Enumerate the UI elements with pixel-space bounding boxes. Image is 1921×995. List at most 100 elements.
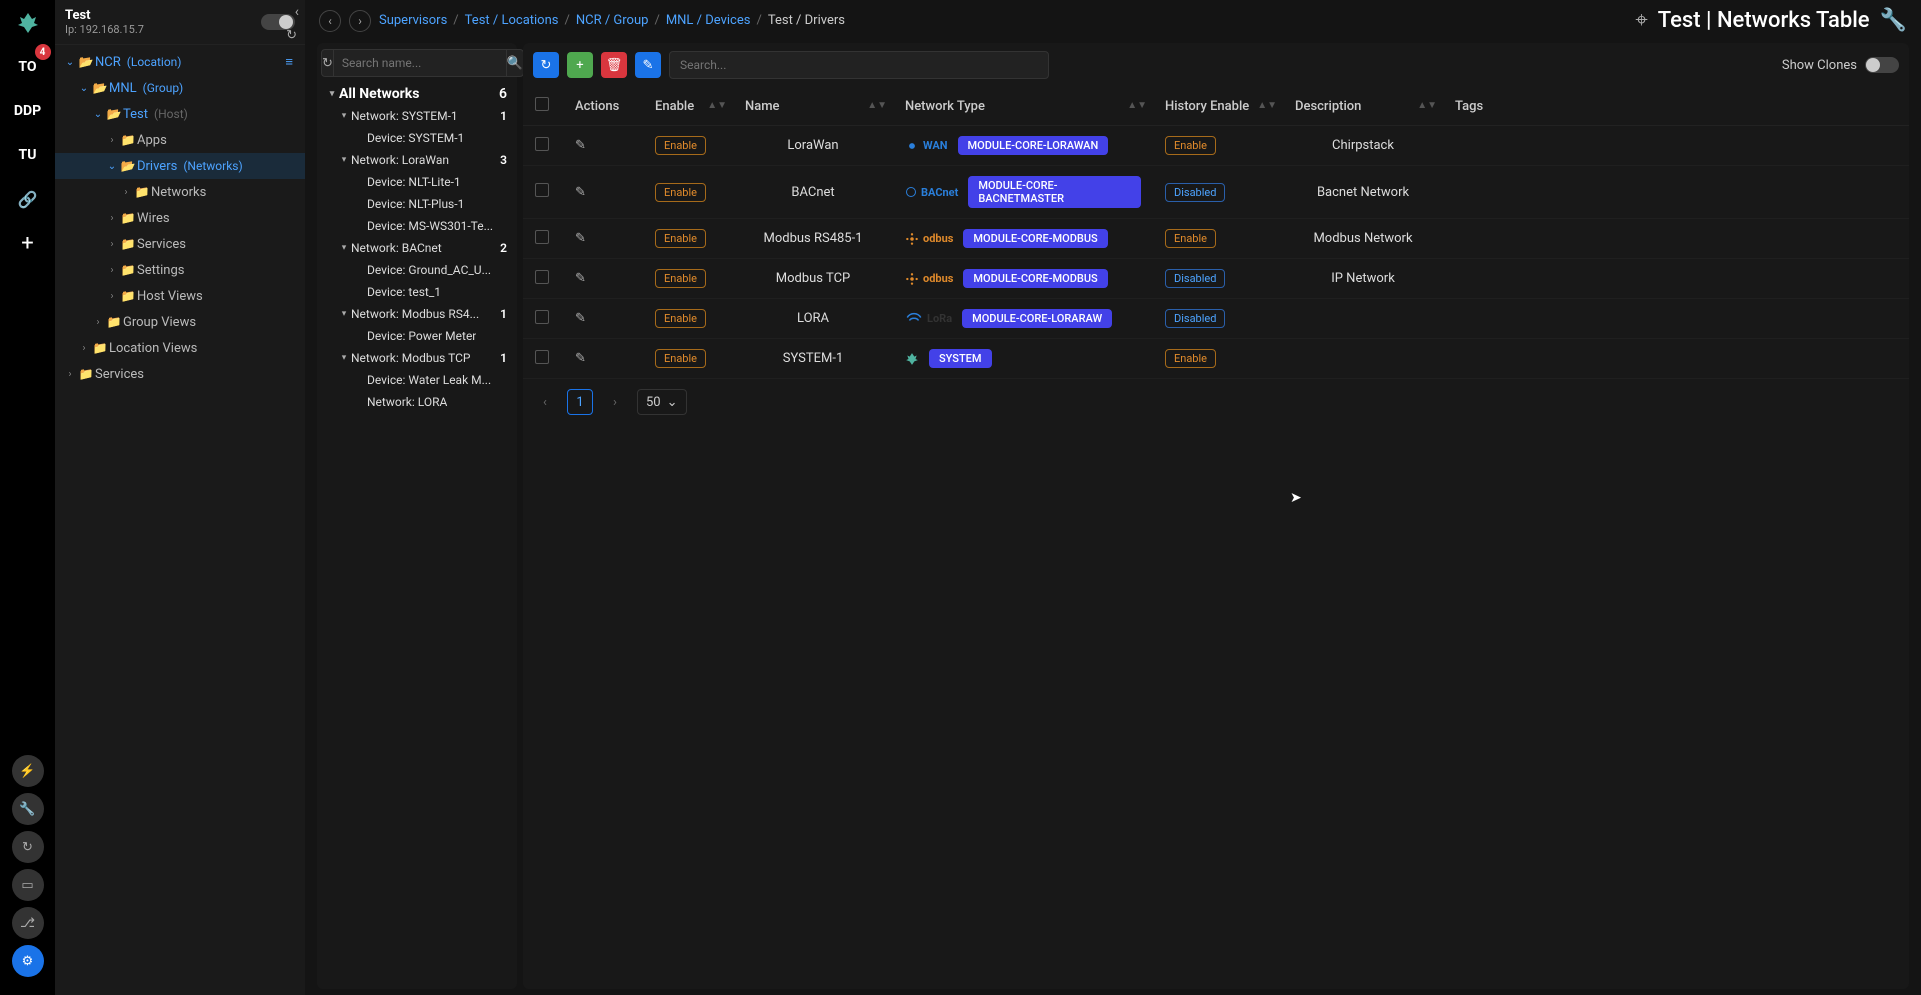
enable-chip[interactable]: Enable — [655, 269, 706, 288]
rail-btn-tu[interactable]: TU — [9, 136, 47, 174]
row-checkbox[interactable] — [535, 270, 549, 284]
sort-icon[interactable]: ▲▼ — [1127, 103, 1147, 109]
rail-doc-icon[interactable]: ▭ — [12, 869, 44, 901]
mid-search-input[interactable] — [334, 49, 506, 77]
row-checkbox[interactable] — [535, 137, 549, 151]
tree-wires[interactable]: › 📁 Wires — [55, 205, 305, 231]
mid-tree-item[interactable]: ▾Network: LoraWan3 — [321, 149, 513, 171]
history-chip[interactable]: Disabled — [1165, 269, 1225, 288]
mid-tree-item[interactable]: ▾Network: Modbus TCP1 — [321, 347, 513, 369]
tree-group-views[interactable]: › 📁 Group Views — [55, 309, 305, 335]
bulk-edit-button[interactable]: ✎ — [635, 52, 661, 78]
row-checkbox[interactable] — [535, 230, 549, 244]
mid-tree-item[interactable]: Network: LORA — [321, 391, 513, 413]
history-chip[interactable]: Disabled — [1165, 309, 1225, 328]
enable-chip[interactable]: Enable — [655, 183, 706, 202]
page-size-select[interactable]: 50 ⌄ — [637, 389, 687, 415]
mid-refresh-button[interactable]: ↻ — [321, 49, 334, 77]
breadcrumb-item[interactable]: Supervisors — [379, 13, 447, 28]
mid-tree-item[interactable]: Device: Water Leak M... — [321, 369, 513, 391]
edit-row-icon[interactable]: ✎ — [575, 138, 586, 153]
mid-tree-item[interactable]: Device: Ground_AC_U... — [321, 259, 513, 281]
networks-table: Actions Enable▲▼ Name▲▼ Network Type▲▼ H… — [523, 87, 1909, 379]
mid-tree-item[interactable]: Device: NLT-Plus-1 — [321, 193, 513, 215]
sort-icon[interactable]: ▲▼ — [707, 103, 727, 109]
tree-root-services[interactable]: › 📁 Services — [55, 361, 305, 387]
rail-btn-ddp[interactable]: DDP — [9, 92, 47, 130]
target-icon[interactable]: ⌖ — [1635, 8, 1647, 33]
enable-chip[interactable]: Enable — [655, 349, 706, 368]
add-button[interactable]: + — [567, 52, 593, 78]
row-checkbox[interactable] — [535, 350, 549, 364]
history-chip[interactable]: Enable — [1165, 349, 1216, 368]
tree-test[interactable]: ⌄ 📂 Test (Host) — [55, 101, 305, 127]
tree-services[interactable]: › 📁 Services — [55, 231, 305, 257]
mid-tree-item[interactable]: Device: test_1 — [321, 281, 513, 303]
wrench-icon[interactable]: 🔧 — [1880, 8, 1907, 33]
rail-add-button[interactable]: + — [9, 224, 47, 262]
rail-btn-to[interactable]: 4 TO — [9, 48, 47, 86]
page-prev-button[interactable]: ‹ — [533, 390, 557, 414]
tree-settings[interactable]: › 📁 Settings — [55, 257, 305, 283]
breadcrumb-item[interactable]: Test / Locations — [465, 13, 559, 28]
refresh-button[interactable]: ↻ — [533, 52, 559, 78]
tree-location-views[interactable]: › 📁 Location Views — [55, 335, 305, 361]
history-chip[interactable]: Enable — [1165, 229, 1216, 248]
sort-icon[interactable]: ▲▼ — [867, 103, 887, 109]
rail-branch-icon[interactable]: ⎇ — [12, 907, 44, 939]
nav-rail: 4 TO DDP TU 🔗 + ⚡ 🔧 ↻ ▭ ⎇ ⚙ — [0, 0, 55, 995]
history-chip[interactable]: Disabled — [1165, 183, 1225, 202]
nav-back-button[interactable]: ‹ — [319, 10, 341, 32]
tree-mnl[interactable]: ⌄ 📂 MNL (Group) — [55, 75, 305, 101]
enable-chip[interactable]: Enable — [655, 229, 706, 248]
nav-forward-button[interactable]: › — [349, 10, 371, 32]
mid-tree-item[interactable]: Device: MS-WS301-Te... — [321, 215, 513, 237]
tree-networks[interactable]: › 📁 Networks — [55, 179, 305, 205]
chevron-right-icon: › — [105, 213, 119, 224]
mid-tree-item[interactable]: Device: SYSTEM-1 — [321, 127, 513, 149]
mid-tree-item[interactable]: ▾Network: BACnet2 — [321, 237, 513, 259]
delete-button[interactable]: 🗑 — [601, 52, 627, 78]
refresh-sidebar-icon[interactable]: ↻ — [286, 28, 297, 43]
breadcrumb-item[interactable]: NCR / Group — [576, 13, 649, 28]
tree-drivers[interactable]: ⌄ 📂 Drivers (Networks) — [55, 153, 305, 179]
rail-wrench-icon[interactable]: 🔧 — [12, 793, 44, 825]
enable-chip[interactable]: Enable — [655, 309, 706, 328]
mid-tree-item[interactable]: Device: Power Meter — [321, 325, 513, 347]
history-chip[interactable]: Enable — [1165, 136, 1216, 155]
rail-sync-icon[interactable]: ↻ — [12, 831, 44, 863]
table-search-input[interactable] — [669, 51, 1049, 79]
edit-row-icon[interactable]: ✎ — [575, 231, 586, 246]
page-number[interactable]: 1 — [567, 389, 593, 415]
tree-apps[interactable]: › 📁 Apps — [55, 127, 305, 153]
page-next-button[interactable]: › — [603, 390, 627, 414]
tree-ncr[interactable]: ⌄ 📂 NCR (Location) ≡ — [55, 49, 305, 75]
select-all-checkbox[interactable] — [535, 97, 549, 111]
edit-row-icon[interactable]: ✎ — [575, 271, 586, 286]
tree-host-views[interactable]: › 📁 Host Views — [55, 283, 305, 309]
row-checkbox[interactable] — [535, 310, 549, 324]
breadcrumb-item[interactable]: MNL / Devices — [666, 13, 751, 28]
edit-row-icon[interactable]: ✎ — [575, 351, 586, 366]
nav-tree: ⌄ 📂 NCR (Location) ≡ ⌄ 📂 MNL (Group) ⌄ 📂… — [55, 45, 305, 995]
mid-head[interactable]: ▾ All Networks 6 — [321, 83, 513, 105]
tree-menu-icon[interactable]: ≡ — [281, 54, 297, 70]
edit-row-icon[interactable]: ✎ — [575, 185, 586, 200]
sort-icon[interactable]: ▲▼ — [1257, 103, 1277, 109]
mid-tree-item[interactable]: ▾Network: SYSTEM-11 — [321, 105, 513, 127]
mid-tree-item[interactable]: ▾Network: Modbus RS4...1 — [321, 303, 513, 325]
collapse-sidebar-icon[interactable]: ‹ — [295, 4, 299, 20]
edit-row-icon[interactable]: ✎ — [575, 311, 586, 326]
sort-icon[interactable]: ▲▼ — [1417, 103, 1437, 109]
enable-chip[interactable]: Enable — [655, 136, 706, 155]
mid-item-label: Network: Modbus TCP — [351, 351, 471, 365]
rail-settings-icon[interactable]: ⚙ — [12, 945, 44, 977]
rail-link-icon[interactable]: 🔗 — [9, 180, 47, 218]
row-checkbox[interactable] — [535, 183, 549, 197]
rail-bolt-icon[interactable]: ⚡ — [12, 755, 44, 787]
mid-search-button[interactable]: 🔍 — [506, 49, 524, 77]
chevron-right-icon: › — [105, 291, 119, 302]
mid-tree-item[interactable]: Device: NLT-Lite-1 — [321, 171, 513, 193]
folder-icon: 📁 — [119, 263, 137, 277]
clones-toggle[interactable] — [1865, 57, 1899, 73]
